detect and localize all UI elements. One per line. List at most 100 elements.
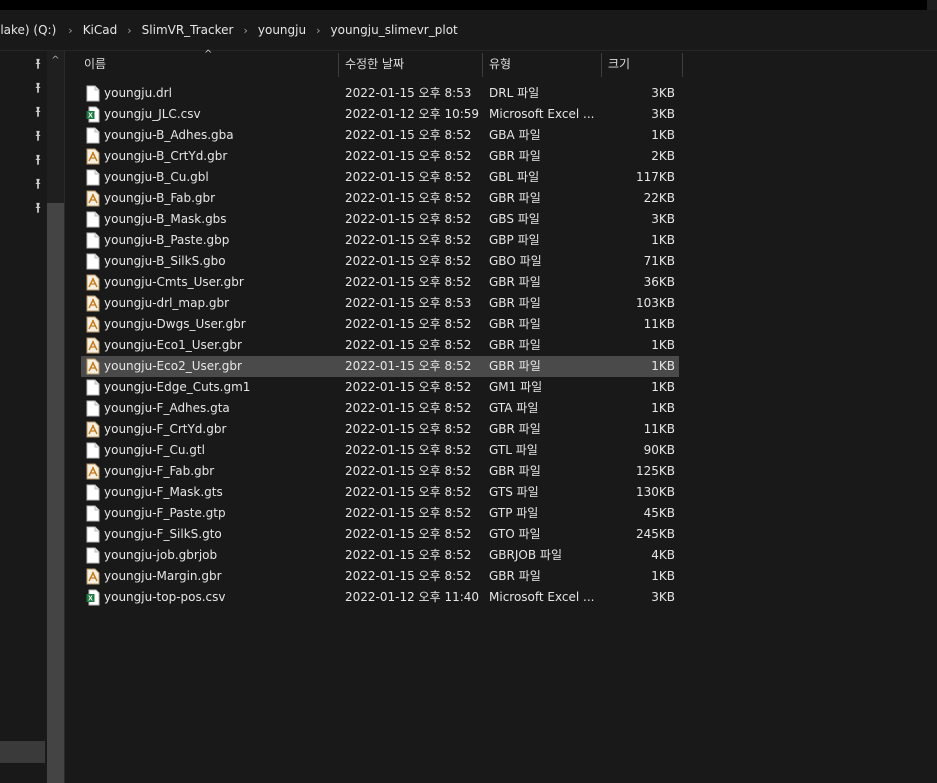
pin-icon[interactable] — [31, 58, 45, 72]
breadcrumb-youngju[interactable]: youngju — [258, 23, 312, 37]
file-date: 2022-01-15 오후 8:52 — [345, 506, 472, 520]
file-date: 2022-01-15 오후 8:52 — [345, 233, 472, 247]
file-row-selected[interactable]: youngju-Eco2_User.gbr 2022-01-15 오후 8:52 G… — [81, 356, 679, 377]
file-row[interactable]: youngju-F_Paste.gtp 2022-01-15 오후 8:52 GTP… — [81, 503, 679, 524]
file-size: 11KB — [643, 317, 675, 331]
file-type: Microsoft Excel ... — [489, 107, 595, 121]
file-list-pane[interactable]: 이름 ^ 수정한 날짜 유형 크기 youngju.drl 2022-01-15 … — [65, 49, 937, 783]
file-name: youngju-B_Paste.gbp — [104, 233, 230, 247]
blank-file-icon — [86, 547, 100, 564]
file-name: youngju_JLC.csv — [104, 107, 201, 121]
column-header-date[interactable]: 수정한 날짜 — [339, 51, 482, 77]
blank-file-icon — [86, 85, 100, 102]
file-list: youngju.drl 2022-01-15 오후 8:53 DRL 파일 3KB Xy… — [81, 83, 679, 608]
file-size: 11KB — [643, 422, 675, 436]
file-name: youngju-F_CrtYd.gbr — [104, 422, 227, 436]
file-type: GBR 파일 — [489, 569, 541, 583]
file-row[interactable]: youngju-Cmts_User.gbr 2022-01-15 오후 8:52 G… — [81, 272, 679, 293]
file-name: youngju-B_CrtYd.gbr — [104, 149, 228, 163]
nav-scrollbar[interactable]: ^ — [47, 51, 64, 783]
file-name: youngju-top-pos.csv — [104, 590, 226, 604]
file-row[interactable]: youngju-F_SilkS.gto 2022-01-15 오후 8:52 GTO… — [81, 524, 679, 545]
nav-scrollbar-thumb[interactable] — [47, 203, 64, 783]
breadcrumb-current-folder[interactable]: youngju_slimevr_plot — [331, 23, 464, 37]
file-type: GTS 파일 — [489, 485, 539, 499]
gerber-file-icon — [86, 295, 100, 312]
scroll-up-arrow-icon[interactable]: ^ — [47, 55, 64, 69]
file-row[interactable]: youngju-F_Fab.gbr 2022-01-15 오후 8:52 GBR 파… — [81, 461, 679, 482]
file-row[interactable]: youngju-B_Paste.gbp 2022-01-15 오후 8:52 GBP… — [81, 230, 679, 251]
blank-file-icon — [86, 505, 100, 522]
chevron-right-icon[interactable]: › — [123, 24, 141, 37]
file-row[interactable]: youngju-B_Cu.gbl 2022-01-15 오후 8:52 GBL 파일… — [81, 167, 679, 188]
file-row[interactable]: youngju-B_Fab.gbr 2022-01-15 오후 8:52 GBR 파… — [81, 188, 679, 209]
file-size: 3KB — [651, 590, 675, 604]
address-bar[interactable]: ilake) (Q:) › KiCad › SlimVR_Tracker › y… — [0, 10, 937, 51]
file-row[interactable]: youngju-B_CrtYd.gbr 2022-01-15 오후 8:52 GBR… — [81, 146, 679, 167]
gerber-file-icon — [86, 190, 100, 207]
pin-icon[interactable] — [31, 130, 45, 144]
file-name: youngju-B_Fab.gbr — [104, 191, 216, 205]
file-row[interactable]: Xyoungju_JLC.csv 2022-01-12 오후 10:59 Micro… — [81, 104, 679, 125]
breadcrumb-kicad[interactable]: KiCad — [83, 23, 124, 37]
file-date: 2022-01-15 오후 8:52 — [345, 149, 472, 163]
file-row[interactable]: youngju-B_SilkS.gbo 2022-01-15 오후 8:52 GBO… — [81, 251, 679, 272]
gerber-file-icon — [86, 316, 100, 333]
file-row[interactable]: youngju-Margin.gbr 2022-01-15 오후 8:52 GBR … — [81, 566, 679, 587]
file-size: 1KB — [651, 233, 675, 247]
file-row[interactable]: youngju-B_Adhes.gba 2022-01-15 오후 8:52 GBA… — [81, 125, 679, 146]
file-name: youngju-Eco2_User.gbr — [104, 359, 242, 373]
file-type: DRL 파일 — [489, 86, 540, 100]
file-row[interactable]: youngju-F_Adhes.gta 2022-01-15 오후 8:52 GTA… — [81, 398, 679, 419]
file-size: 71KB — [643, 254, 675, 268]
file-row[interactable]: youngju-Dwgs_User.gbr 2022-01-15 오후 8:52 G… — [81, 314, 679, 335]
file-row[interactable]: youngju-F_Mask.gts 2022-01-15 오후 8:52 GTS … — [81, 482, 679, 503]
file-name: youngju-F_Fab.gbr — [104, 464, 215, 478]
pin-icon[interactable] — [31, 202, 45, 216]
file-row[interactable]: youngju-drl_map.gbr 2022-01-15 오후 8:53 GBR… — [81, 293, 679, 314]
column-header-type[interactable]: 유형 — [483, 51, 601, 77]
pin-icon[interactable] — [31, 106, 45, 120]
file-date: 2022-01-15 오후 8:52 — [345, 485, 472, 499]
file-name: youngju-B_Mask.gbs — [104, 212, 227, 226]
file-type: GBR 파일 — [489, 296, 541, 310]
column-header-row: 이름 ^ 수정한 날짜 유형 크기 — [65, 49, 937, 77]
file-type: GM1 파일 — [489, 380, 543, 394]
breadcrumb-drive[interactable]: ilake) (Q:) — [0, 23, 64, 37]
file-row[interactable]: youngju.drl 2022-01-15 오후 8:53 DRL 파일 3KB — [81, 83, 679, 104]
file-date: 2022-01-15 오후 8:52 — [345, 548, 472, 562]
chevron-right-icon[interactable]: › — [64, 24, 82, 37]
pin-icon[interactable] — [31, 154, 45, 168]
file-type: GTL 파일 — [489, 443, 538, 457]
pin-icon[interactable] — [31, 178, 45, 192]
file-row[interactable]: youngju-F_Cu.gtl 2022-01-15 오후 8:52 GTL 파일… — [81, 440, 679, 461]
file-row[interactable]: youngju-Edge_Cuts.gm1 2022-01-15 오후 8:52 G… — [81, 377, 679, 398]
file-row[interactable]: youngju-B_Mask.gbs 2022-01-15 오후 8:52 GBS … — [81, 209, 679, 230]
file-row[interactable]: Xyoungju-top-pos.csv 2022-01-12 오후 11:40 M… — [81, 587, 679, 608]
file-size: 2KB — [651, 149, 675, 163]
blank-file-icon — [86, 211, 100, 228]
file-size: 1KB — [651, 338, 675, 352]
navigation-pane[interactable]: ^ — [0, 51, 64, 783]
file-row[interactable]: youngju-F_CrtYd.gbr 2022-01-15 오후 8:52 GBR… — [81, 419, 679, 440]
file-row[interactable]: youngju-job.gbrjob 2022-01-15 오후 8:52 GBRJ… — [81, 545, 679, 566]
file-size: 130KB — [635, 485, 675, 499]
chevron-right-icon[interactable]: › — [239, 24, 257, 37]
file-size: 36KB — [643, 275, 675, 289]
breadcrumb-slimvr-tracker[interactable]: SlimVR_Tracker — [142, 23, 240, 37]
file-size: 4KB — [651, 548, 675, 562]
nav-selected-item[interactable] — [0, 741, 45, 763]
pin-icon[interactable] — [31, 82, 45, 96]
file-size: 125KB — [635, 464, 675, 478]
file-row[interactable]: youngju-Eco1_User.gbr 2022-01-15 오후 8:52 G… — [81, 335, 679, 356]
blank-file-icon — [86, 484, 100, 501]
file-date: 2022-01-15 오후 8:52 — [345, 338, 472, 352]
gerber-file-icon — [86, 148, 100, 165]
column-divider[interactable] — [682, 53, 683, 77]
column-header-size[interactable]: 크기 — [602, 51, 682, 77]
chevron-right-icon[interactable]: › — [312, 24, 330, 37]
file-name: youngju-Dwgs_User.gbr — [104, 317, 246, 331]
file-size: 3KB — [651, 86, 675, 100]
file-date: 2022-01-15 오후 8:52 — [345, 380, 472, 394]
file-date: 2022-01-15 오후 8:52 — [345, 254, 472, 268]
